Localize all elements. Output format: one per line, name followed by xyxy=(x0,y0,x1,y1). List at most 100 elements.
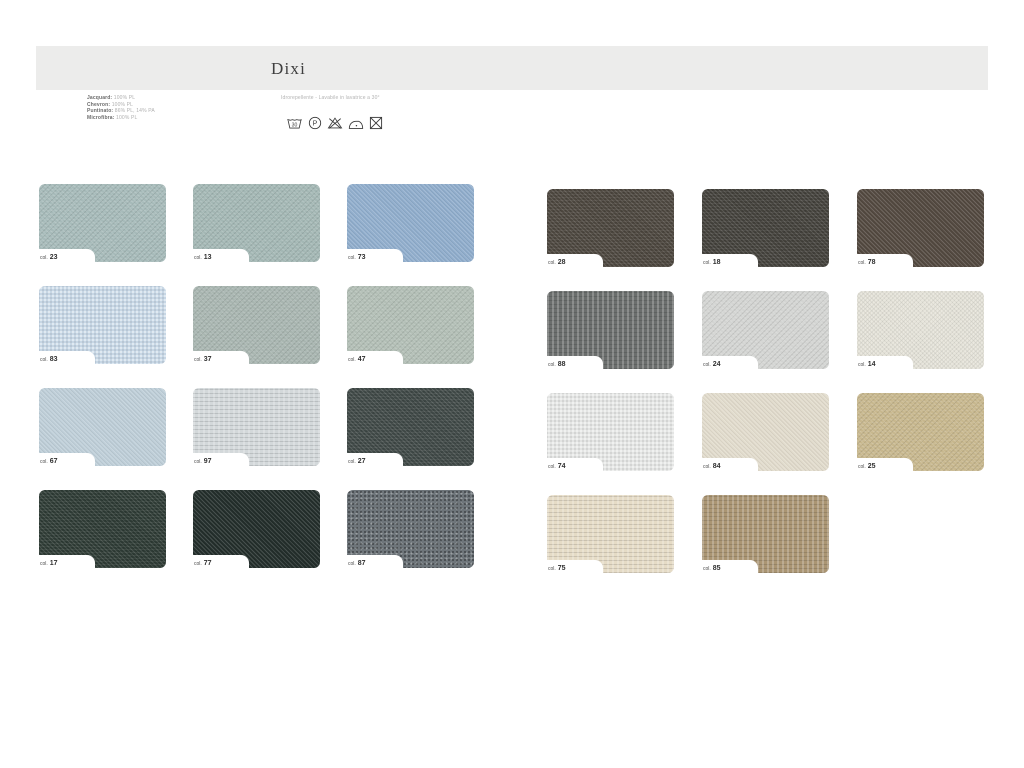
swatch-label-prefix: col. xyxy=(40,561,48,568)
iron-icon xyxy=(348,117,364,130)
fabric-swatch-col-67: col.67 xyxy=(39,388,166,466)
swatch-label-notch: col.97 xyxy=(193,453,249,466)
swatch-label-notch: col.85 xyxy=(702,560,758,573)
swatch-label-number: 27 xyxy=(358,458,366,466)
swatch-label-notch: col.13 xyxy=(193,249,249,262)
fabric-swatch-col-74: col.74 xyxy=(547,393,674,471)
right-grid: col.28col.18col.78col.88col.24col.14col.… xyxy=(547,189,984,573)
fabric-swatch-col-25: col.25 xyxy=(857,393,984,471)
catalog-page: Dixi Jacquard: 100% PL Chevron: 100% PL … xyxy=(0,0,1024,768)
swatch-label-notch: col.47 xyxy=(347,351,403,364)
swatch-label-notch: col.23 xyxy=(39,249,95,262)
swatch-label-prefix: col. xyxy=(40,459,48,466)
swatch-label-notch: col.87 xyxy=(347,555,403,568)
swatch-label-prefix: col. xyxy=(40,357,48,364)
swatch-label-notch: col.14 xyxy=(857,356,913,369)
swatch-label-number: 37 xyxy=(204,356,212,364)
swatch-label-notch: col.17 xyxy=(39,555,95,568)
swatch-label-number: 97 xyxy=(204,458,212,466)
svg-text:30: 30 xyxy=(292,123,298,129)
swatch-label-notch: col.67 xyxy=(39,453,95,466)
fabric-swatch-col-83: col.83 xyxy=(39,286,166,364)
left-grid: col.23col.13col.73col.83col.37col.47col.… xyxy=(39,184,474,568)
swatch-label-prefix: col. xyxy=(548,464,556,471)
swatch-label-number: 87 xyxy=(358,560,366,568)
swatch-label-number: 25 xyxy=(868,463,876,471)
swatch-label-prefix: col. xyxy=(703,260,711,267)
swatch-label-prefix: col. xyxy=(348,255,356,262)
swatch-label-notch: col.25 xyxy=(857,458,913,471)
composition-label: Jacquard: xyxy=(87,95,112,101)
fabric-swatch-col-87: col.87 xyxy=(347,490,474,568)
swatch-label-notch: col.84 xyxy=(702,458,758,471)
swatch-label-prefix: col. xyxy=(548,566,556,573)
swatch-label-notch: col.83 xyxy=(39,351,95,364)
swatch-label-notch: col.78 xyxy=(857,254,913,267)
fabric-swatch-col-37: col.37 xyxy=(193,286,320,364)
fabric-swatch-col-84: col.84 xyxy=(702,393,829,471)
swatch-label-prefix: col. xyxy=(858,260,866,267)
page-title: Dixi xyxy=(271,59,306,79)
swatch-label-number: 13 xyxy=(204,254,212,262)
swatch-label-prefix: col. xyxy=(194,561,202,568)
swatch-label-notch: col.73 xyxy=(347,249,403,262)
swatch-label-number: 17 xyxy=(50,560,58,568)
swatch-label-prefix: col. xyxy=(194,255,202,262)
composition-value: 100% PL xyxy=(112,102,133,108)
composition-value: 100% PL xyxy=(116,115,137,121)
fabric-swatch-col-28: col.28 xyxy=(547,189,674,267)
swatch-label-notch: col.37 xyxy=(193,351,249,364)
swatch-label-prefix: col. xyxy=(548,260,556,267)
swatch-label-number: 85 xyxy=(713,565,721,573)
fabric-swatch-col-88: col.88 xyxy=(547,291,674,369)
fabric-swatch-col-77: col.77 xyxy=(193,490,320,568)
swatch-label-number: 88 xyxy=(558,361,566,369)
swatch-label-notch: col.24 xyxy=(702,356,758,369)
swatch-label-prefix: col. xyxy=(548,362,556,369)
fabric-swatch-col-27: col.27 xyxy=(347,388,474,466)
swatch-label-notch: col.18 xyxy=(702,254,758,267)
fabric-swatch-col-14: col.14 xyxy=(857,291,984,369)
swatch-label-prefix: col. xyxy=(703,464,711,471)
swatch-label-notch: col.77 xyxy=(193,555,249,568)
swatch-label-notch: col.88 xyxy=(547,356,603,369)
dry-clean-icon: P xyxy=(308,116,322,130)
fabric-swatch-col-17: col.17 xyxy=(39,490,166,568)
svg-text:P: P xyxy=(313,120,318,127)
swatch-label-notch: col.74 xyxy=(547,458,603,471)
header-bar xyxy=(36,46,988,90)
swatch-label-number: 84 xyxy=(713,463,721,471)
swatch-label-prefix: col. xyxy=(858,464,866,471)
do-not-tumble-dry-icon xyxy=(369,116,383,130)
swatch-label-prefix: col. xyxy=(703,566,711,573)
composition-label: Chevron: xyxy=(87,102,110,108)
swatch-label-number: 78 xyxy=(868,259,876,267)
fabric-swatch-col-18: col.18 xyxy=(702,189,829,267)
swatch-label-notch: col.75 xyxy=(547,560,603,573)
swatch-label-number: 67 xyxy=(50,458,58,466)
swatch-label-notch: col.28 xyxy=(547,254,603,267)
composition-label: Puntinato: xyxy=(87,108,113,114)
swatch-label-number: 73 xyxy=(358,254,366,262)
composition-value: 86% PL, 14% PA xyxy=(115,108,155,114)
swatch-label-number: 14 xyxy=(868,361,876,369)
swatch-label-prefix: col. xyxy=(703,362,711,369)
swatch-label-prefix: col. xyxy=(858,362,866,369)
swatch-label-number: 75 xyxy=(558,565,566,573)
fabric-swatch-col-85: col.85 xyxy=(702,495,829,573)
fabric-swatch-col-13: col.13 xyxy=(193,184,320,262)
swatch-label-number: 24 xyxy=(713,361,721,369)
fabric-swatch-col-97: col.97 xyxy=(193,388,320,466)
fabric-swatch-col-23: col.23 xyxy=(39,184,166,262)
swatch-label-number: 74 xyxy=(558,463,566,471)
fabric-swatch-col-24: col.24 xyxy=(702,291,829,369)
swatch-label-number: 23 xyxy=(50,254,58,262)
fabric-swatch-col-47: col.47 xyxy=(347,286,474,364)
composition-label: Microfibra: xyxy=(87,115,115,121)
composition-list: Jacquard: 100% PL Chevron: 100% PL Punti… xyxy=(87,95,155,121)
swatch-label-prefix: col. xyxy=(194,357,202,364)
fabric-swatch-col-75: col.75 xyxy=(547,495,674,573)
fabric-swatch-col-78: col.78 xyxy=(857,189,984,267)
swatch-label-number: 77 xyxy=(204,560,212,568)
composition-value: 100% PL xyxy=(114,95,135,101)
